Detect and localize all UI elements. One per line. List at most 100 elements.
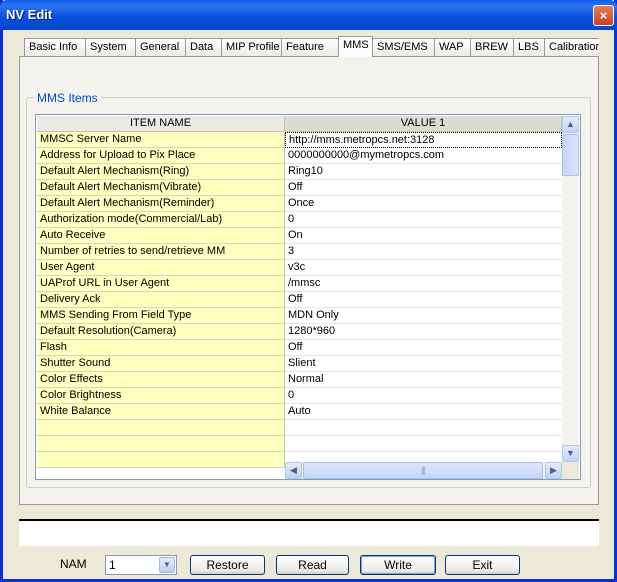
grip-icon: ||| (420, 465, 426, 475)
item-name-cell: Default Resolution(Camera) (37, 324, 285, 340)
value-cell[interactable] (285, 420, 562, 436)
value-cell[interactable]: 0000000000@mymetropcs.com (285, 148, 562, 164)
vertical-scroll-thumb[interactable] (562, 134, 579, 176)
title-bar[interactable]: NV Edit × (0, 0, 617, 30)
value-cell[interactable]: On (285, 228, 562, 244)
table-row[interactable]: MMSC Server Name http://mms.metropcs.net:… (37, 132, 562, 148)
exit-button[interactable]: Exit (445, 555, 520, 575)
item-name-cell: MMS Sending From Field Type (37, 308, 285, 324)
value-cell[interactable]: Off (285, 180, 562, 196)
value-cell[interactable]: Ring10 (285, 164, 562, 180)
item-name-cell (37, 436, 285, 452)
read-button[interactable]: Read (276, 555, 349, 575)
value-cell[interactable]: http://mms.metropcs.net:3128 (285, 132, 562, 148)
table-row[interactable]: Default Alert Mechanism(Reminder) Once (37, 196, 562, 212)
item-name-cell: Default Alert Mechanism(Reminder) (37, 196, 285, 212)
tab-data[interactable]: Data (185, 38, 222, 56)
value-cell[interactable]: Slient (285, 356, 562, 372)
table-row[interactable] (37, 436, 562, 452)
value-cell[interactable]: Normal (285, 372, 562, 388)
tab-calibration[interactable]: Calibration (544, 38, 599, 56)
tab-mms[interactable]: MMS (338, 36, 373, 57)
tab-brew[interactable]: BREW (470, 38, 514, 56)
value-cell[interactable]: Off (285, 340, 562, 356)
item-name-cell (37, 420, 285, 436)
table-row[interactable]: User Agent v3c (37, 260, 562, 276)
item-name-cell: Number of retries to send/retrieve MM (37, 244, 285, 260)
table-row[interactable]: Number of retries to send/retrieve MM 3 (37, 244, 562, 260)
tab-lbs[interactable]: LBS (513, 38, 545, 56)
tab-basic-info[interactable]: Basic Info (24, 38, 86, 56)
tab-sms-ems[interactable]: SMS/EMS (372, 38, 435, 56)
tab-feature[interactable]: Feature (281, 38, 339, 56)
value-cell[interactable]: v3c (285, 260, 562, 276)
horizontal-scroll-thumb[interactable]: ||| (303, 462, 543, 479)
table-row[interactable]: Flash Off (37, 340, 562, 356)
scroll-up-button[interactable]: ▲ (562, 116, 579, 133)
item-name-cell: Shutter Sound (37, 356, 285, 372)
tab-mip-profile[interactable]: MIP Profile (221, 38, 282, 56)
table-row[interactable]: Authorization mode(Commercial/Lab) 0 (37, 212, 562, 228)
item-name-cell: Default Alert Mechanism(Ring) (37, 164, 285, 180)
status-panel (19, 519, 599, 546)
table-row[interactable]: Auto Receive On (37, 228, 562, 244)
item-name-cell: White Balance (37, 404, 285, 420)
scroll-right-button[interactable]: ▶ (545, 462, 562, 479)
table-row[interactable]: Delivery Ack Off (37, 292, 562, 308)
value-cell[interactable]: /mmsc (285, 276, 562, 292)
value-cell[interactable]: Auto (285, 404, 562, 420)
value-cell[interactable]: 0 (285, 388, 562, 404)
table-row[interactable]: Address for Upload to Pix Place 000000000… (37, 148, 562, 164)
value-cell[interactable]: 3 (285, 244, 562, 260)
scroll-down-button[interactable]: ▼ (562, 445, 579, 462)
restore-button[interactable]: Restore (190, 555, 265, 575)
window-title: NV Edit (6, 7, 53, 22)
nam-select-value: 1 (109, 558, 116, 572)
item-name-cell: UAProf URL in User Agent (37, 276, 285, 292)
table-row[interactable]: Default Resolution(Camera) 1280*960 (37, 324, 562, 340)
table-row[interactable]: UAProf URL in User Agent/mmsc (37, 276, 562, 292)
arrow-right-icon: ▶ (550, 465, 557, 475)
nam-select[interactable]: 1 ▼ (105, 555, 177, 575)
column-header-item-name[interactable]: ITEM NAME (37, 116, 285, 132)
item-name-cell: Auto Receive (37, 228, 285, 244)
table-row[interactable]: MMS Sending From Field Type MDN Only (37, 308, 562, 324)
horizontal-scrollbar[interactable]: ◀ ||| ▶ (285, 462, 562, 479)
chevron-down-icon: ▼ (163, 560, 171, 569)
table-row[interactable]: Default Alert Mechanism(Ring) Ring10 (37, 164, 562, 180)
scroll-left-button[interactable]: ◀ (285, 462, 302, 479)
mms-items-grid[interactable]: ITEM NAME VALUE 1 MMSC Server Name http:/… (35, 114, 581, 480)
value-cell[interactable]: Off (285, 292, 562, 308)
item-name-cell: Flash (37, 340, 285, 356)
item-name-cell (37, 452, 285, 468)
table-row[interactable] (37, 420, 562, 436)
close-button[interactable]: × (593, 5, 614, 26)
dropdown-button[interactable]: ▼ (159, 557, 175, 573)
arrow-down-icon: ▼ (566, 448, 575, 458)
tab-system[interactable]: System (85, 38, 136, 56)
item-name-cell: Delivery Ack (37, 292, 285, 308)
value-cell[interactable] (285, 436, 562, 452)
vertical-scrollbar[interactable]: ▲ ▼ (562, 116, 579, 462)
write-button[interactable]: Write (360, 555, 436, 575)
tab-general[interactable]: General (135, 38, 186, 56)
value-cell[interactable]: MDN Only (285, 308, 562, 324)
item-name-cell: MMSC Server Name (37, 132, 285, 148)
value-cell[interactable]: Once (285, 196, 562, 212)
table-row[interactable]: White Balance Auto (37, 404, 562, 420)
item-name-cell: Default Alert Mechanism(Vibrate) (37, 180, 285, 196)
item-name-cell: Color Effects (37, 372, 285, 388)
table-row[interactable]: Color Effects Normal (37, 372, 562, 388)
arrow-left-icon: ◀ (290, 465, 297, 475)
table-row[interactable]: Color Brightness 0 (37, 388, 562, 404)
value-cell[interactable]: 0 (285, 212, 562, 228)
value-cell[interactable]: 1280*960 (285, 324, 562, 340)
nam-label: NAM (60, 557, 87, 571)
tab-wap[interactable]: WAP (434, 38, 471, 56)
table-row[interactable]: Shutter Sound Slient (37, 356, 562, 372)
group-label: MMS Items (34, 91, 101, 105)
item-name-cell: Color Brightness (37, 388, 285, 404)
close-icon: × (599, 8, 608, 23)
table-row[interactable]: Default Alert Mechanism(Vibrate) Off (37, 180, 562, 196)
column-header-value[interactable]: VALUE 1 (285, 116, 562, 132)
